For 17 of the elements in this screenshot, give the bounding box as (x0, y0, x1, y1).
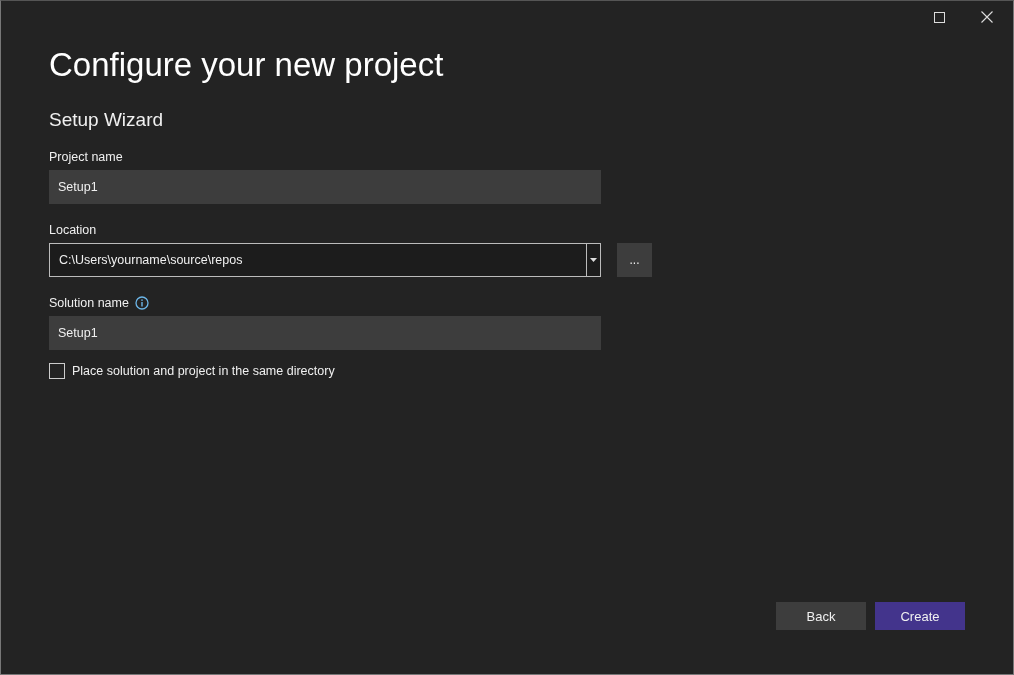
back-button[interactable]: Back (776, 602, 866, 630)
maximize-icon (933, 11, 945, 23)
field-label: Solution name (49, 296, 129, 310)
dropdown-button[interactable] (587, 243, 601, 277)
checkbox[interactable] (49, 363, 65, 379)
browse-button[interactable]: ... (617, 243, 652, 277)
location-field[interactable]: C:\Users\yourname\source\repos (49, 243, 587, 277)
text-field[interactable]: Setup1 (49, 316, 601, 350)
field-label: Location (49, 223, 97, 237)
close-icon (981, 11, 993, 23)
checkbox-label: Place solution and project in the same directory (72, 364, 335, 378)
page-title: Configure your new project (49, 46, 445, 84)
template-name: Setup Wizard (49, 109, 165, 131)
create-button[interactable]: Create (875, 602, 965, 630)
text-field[interactable]: Setup1 (49, 170, 601, 204)
field-label: Project name (49, 150, 123, 164)
dropdown-arrow-icon (590, 258, 597, 262)
